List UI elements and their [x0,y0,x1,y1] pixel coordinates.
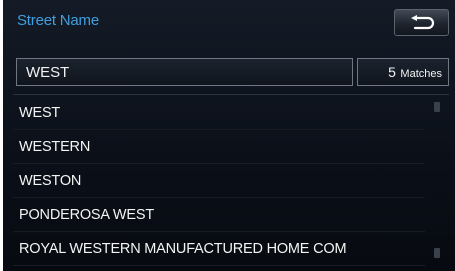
list-item[interactable]: PONDEROSA WEST [13,198,425,232]
scroll-up-icon[interactable] [434,102,440,112]
page-title: Street Name [17,12,99,29]
back-arrow-icon [411,15,435,30]
list-item[interactable]: WEST [13,96,425,130]
street-search-input[interactable]: WEST [16,58,353,86]
scroll-down-icon[interactable] [434,248,440,258]
divider [13,94,449,95]
matches-label: Matches [400,68,442,80]
back-button[interactable] [394,9,449,36]
matches-count: 5 [388,64,396,80]
matches-indicator[interactable]: 5 Matches [357,58,449,86]
scrollbar[interactable] [427,98,447,266]
list-item[interactable]: WESTERN [13,130,425,164]
street-results-list: WEST WESTERN WESTON PONDEROSA WEST ROYAL… [13,96,425,266]
search-input-value: WEST [26,64,70,81]
list-item[interactable]: ROYAL WESTERN MANUFACTURED HOME COM [13,232,425,266]
street-name-screen: Street Name WEST 5 Matches WEST WESTERN … [3,0,455,271]
list-item[interactable]: WESTON [13,164,425,198]
